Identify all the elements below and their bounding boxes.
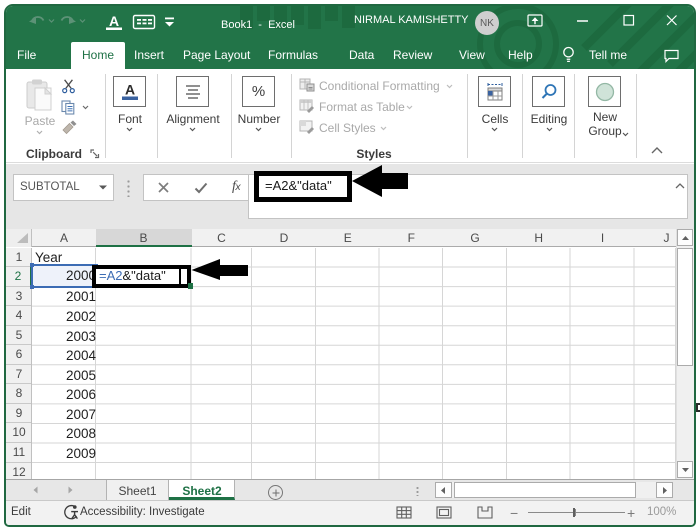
svg-text:A: A [124,81,134,97]
svg-text:A: A [109,13,119,29]
